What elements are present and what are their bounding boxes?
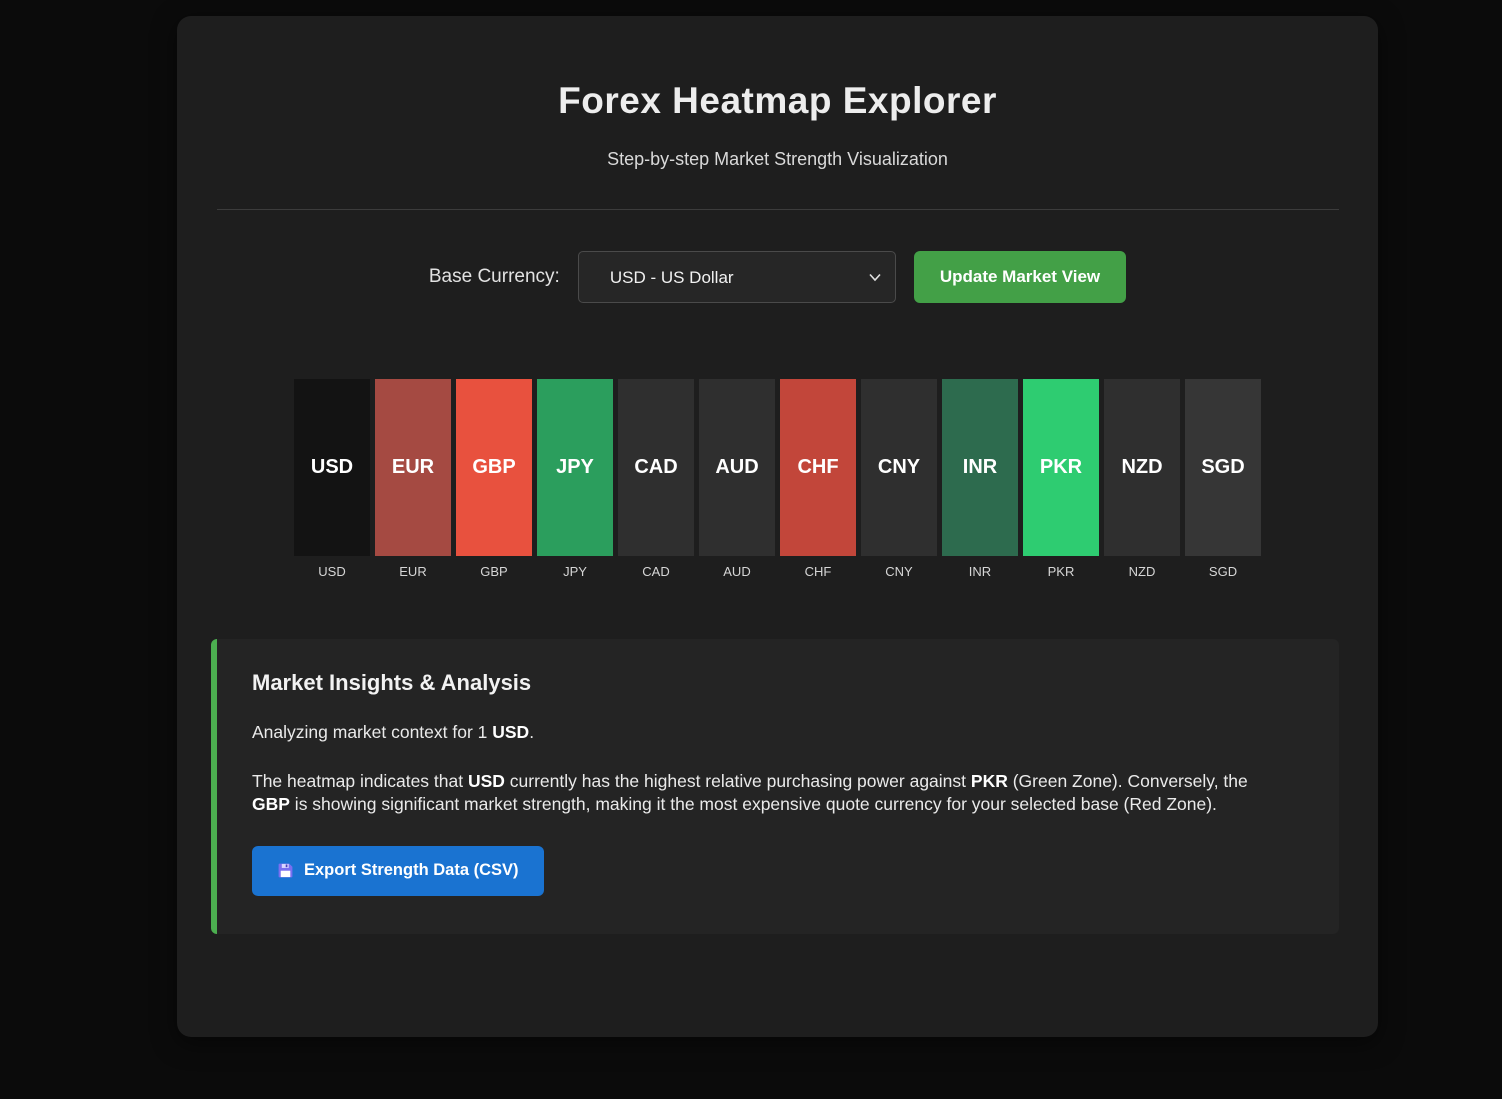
heatmap-tile-aud[interactable]: AUD [699, 379, 775, 556]
heatmap-tile-column: USD USD [294, 379, 370, 579]
base-currency-label: Base Currency: [429, 266, 560, 288]
heatmap-tile-sgd[interactable]: SGD [1185, 379, 1261, 556]
heatmap-tile-label: NZD [1129, 564, 1156, 579]
heatmap-tile-label: JPY [563, 564, 587, 579]
heatmap-tile-label: SGD [1209, 564, 1237, 579]
heatmap: USDUSDEUREURGBPGBPJPYJPYCADCADAUDAUDCHFC… [177, 379, 1378, 579]
heatmap-tile-column: AUD AUD [699, 379, 775, 579]
heatmap-tile-pkr[interactable]: PKR [1023, 379, 1099, 556]
heatmap-tile-label: GBP [480, 564, 507, 579]
page-title: Forex Heatmap Explorer [177, 80, 1378, 122]
heatmap-tile-label: CHF [805, 564, 832, 579]
heatmap-tile-column: CNY CNY [861, 379, 937, 579]
heatmap-tile-cny[interactable]: CNY [861, 379, 937, 556]
heatmap-tile-column: INR INR [942, 379, 1018, 579]
controls-row: Base Currency: USD - US Dollar Update Ma… [177, 251, 1378, 303]
heatmap-tile-chf[interactable]: CHF [780, 379, 856, 556]
app-card: Forex Heatmap Explorer Step-by-step Mark… [177, 16, 1378, 1037]
update-market-view-button[interactable]: Update Market View [914, 251, 1126, 303]
heatmap-tile-column: NZD NZD [1104, 379, 1180, 579]
heatmap-tile-nzd[interactable]: NZD [1104, 379, 1180, 556]
export-csv-label: Export Strength Data (CSV) [304, 861, 519, 880]
base-currency-select[interactable]: USD - US Dollar [578, 251, 896, 303]
heatmap-tile-column: CAD CAD [618, 379, 694, 579]
heatmap-tile-label: PKR [1048, 564, 1075, 579]
page-subtitle: Step-by-step Market Strength Visualizati… [177, 149, 1378, 170]
heatmap-tile-jpy[interactable]: JPY [537, 379, 613, 556]
heatmap-tile-label: AUD [723, 564, 750, 579]
heatmap-tile-eur[interactable]: EUR [375, 379, 451, 556]
heatmap-tile-column: PKR PKR [1023, 379, 1099, 579]
heatmap-tile-column: GBP GBP [456, 379, 532, 579]
heatmap-tile-gbp[interactable]: GBP [456, 379, 532, 556]
insights-analysis-paragraph: The heatmap indicates that USD currently… [252, 770, 1262, 817]
base-currency-select-wrap: USD - US Dollar [578, 251, 896, 303]
heatmap-tile-label: USD [318, 564, 345, 579]
insights-panel: Market Insights & Analysis Analyzing mar… [211, 639, 1339, 934]
heatmap-tile-label: CAD [642, 564, 669, 579]
heatmap-tile-column: JPY JPY [537, 379, 613, 579]
heatmap-tile-label: EUR [399, 564, 426, 579]
heatmap-tile-column: SGD SGD [1185, 379, 1261, 579]
export-csv-button[interactable]: Export Strength Data (CSV) [252, 846, 544, 896]
heatmap-tile-usd[interactable]: USD [294, 379, 370, 556]
insights-heading: Market Insights & Analysis [252, 670, 1303, 696]
heatmap-tile-label: CNY [885, 564, 912, 579]
insights-context-line: Analyzing market context for 1 USD. [252, 721, 1262, 745]
heatmap-tile-column: CHF CHF [780, 379, 856, 579]
divider [217, 209, 1339, 210]
heatmap-tile-column: EUR EUR [375, 379, 451, 579]
heatmap-tile-label: INR [969, 564, 991, 579]
heatmap-tile-cad[interactable]: CAD [618, 379, 694, 556]
heatmap-tile-inr[interactable]: INR [942, 379, 1018, 556]
floppy-disk-icon [277, 862, 294, 879]
